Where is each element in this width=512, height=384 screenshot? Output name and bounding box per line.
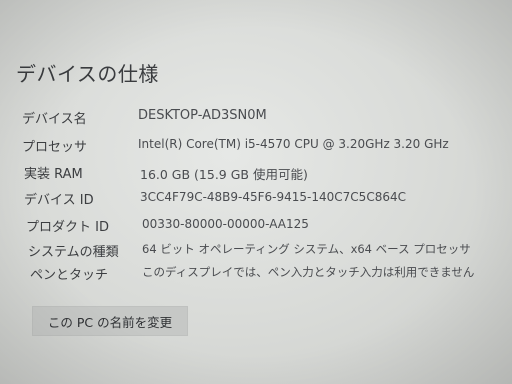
spec-value: 64 ビット オペレーティング システム、x64 ベース プロセッサ [142,242,471,256]
settings-about-screen: デバイスの仕様 デバイス名 DESKTOP-AD3SN0M プロセッサ Inte… [0,0,512,384]
spec-value: Intel(R) Core(TM) i5-4570 CPU @ 3.20GHz … [138,137,449,151]
spec-value: DESKTOP-AD3SN0M [138,108,267,123]
section-title: デバイスの仕様 [16,62,159,86]
rename-pc-button[interactable]: この PC の名前を変更 [32,306,188,336]
spec-label: プロダクト ID [26,220,109,235]
spec-value: 00330-80000-00000-AA125 [142,217,309,231]
spec-label: プロセッサ [22,140,88,155]
spec-value: 16.0 GB (15.9 GB 使用可能) [140,167,308,182]
spec-value: 3CC4F79C-48B9-45F6-9415-140C7C5C864C [140,190,406,204]
spec-label: デバイス ID [24,193,94,208]
spec-value: このディスプレイでは、ペン入力とタッチ入力は利用できません [142,265,475,279]
spec-label: デバイス名 [22,112,87,127]
spec-label: 実装 RAM [24,167,83,182]
spec-label: ペンとタッチ [30,268,109,283]
spec-label: システムの種類 [28,245,119,260]
